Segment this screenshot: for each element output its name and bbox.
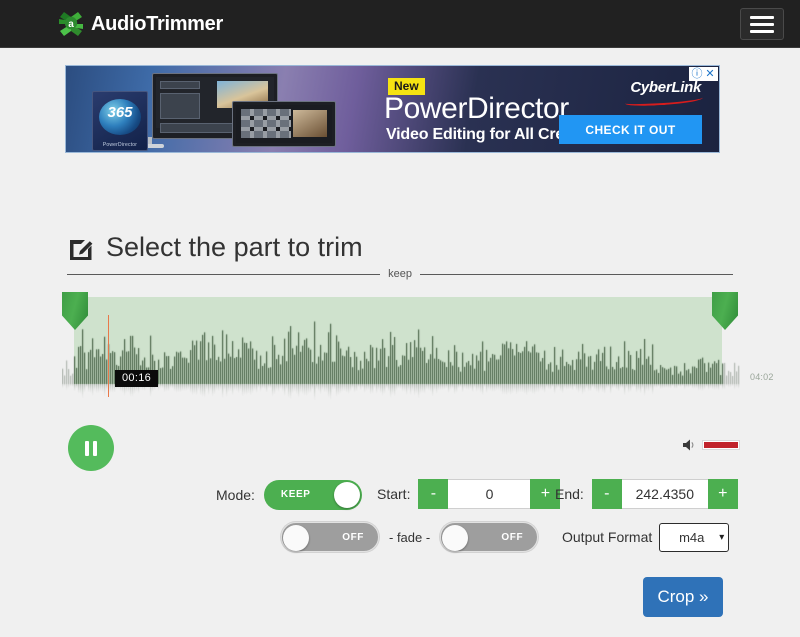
start-time-badge: 00:16	[115, 370, 159, 387]
keep-label: keep	[388, 268, 412, 280]
start-time-group: Start: - 0 +	[377, 479, 561, 509]
mode-label: Mode:	[216, 487, 255, 503]
waveform-editor[interactable]: 00:16 04:02	[62, 292, 773, 407]
fade-row: OFF - fade - OFF	[281, 522, 539, 552]
handle-shape	[712, 292, 738, 330]
pinwheel-logo-icon: a	[58, 11, 84, 37]
mode-row: Mode: KEEP	[216, 479, 362, 511]
rule-line-right	[419, 273, 734, 275]
ad-ui-chip	[160, 93, 200, 119]
end-input[interactable]: 242.4350	[621, 479, 708, 509]
rule-line-left	[67, 273, 381, 275]
handle-shape	[62, 292, 88, 330]
brand-name: AudioTrimmer	[91, 12, 223, 35]
output-format-value: m4a	[679, 529, 705, 545]
chevron-down-icon: ▾	[719, 531, 725, 543]
pause-icon	[93, 440, 97, 456]
ad-product-box-label: PowerDirector	[102, 142, 138, 148]
end-time-group: End: - 242.4350 +	[555, 479, 738, 509]
output-format-label: Output Format	[562, 529, 653, 545]
volume-control[interactable]	[682, 438, 740, 452]
menu-bar	[750, 15, 774, 19]
fade-in-toggle-label: OFF	[342, 532, 364, 543]
ad-brand-name: CyberLink	[630, 79, 701, 96]
menu-bar	[750, 29, 774, 33]
menu-bar	[750, 22, 774, 26]
ad-cta-button[interactable]: CHECK IT OUT	[559, 115, 702, 144]
toggle-knob	[283, 525, 309, 551]
end-time-badge: 04:02	[750, 372, 774, 382]
ad-grid-panel	[240, 108, 291, 138]
adchoices-controls[interactable]: ⓘ ✕	[689, 67, 718, 81]
page-title: Select the part to trim	[67, 232, 363, 263]
hamburger-menu-icon[interactable]	[740, 8, 784, 40]
fade-out-toggle-label: OFF	[501, 532, 524, 543]
site-header: a AudioTrimmer	[0, 0, 800, 48]
waveform-start-handle-icon[interactable]	[62, 292, 88, 330]
mode-toggle-label: KEEP	[280, 489, 311, 500]
output-format-select[interactable]: m4a ▾	[659, 522, 730, 552]
ad-product-box: 365 PowerDirector	[92, 91, 148, 151]
fade-label: - fade -	[389, 529, 431, 545]
ad-monitor-screen	[236, 105, 332, 143]
ad-artwork: 365 PowerDirector	[74, 69, 359, 151]
start-decrement-button[interactable]: -	[418, 479, 449, 509]
ad-product-box-number: 365	[107, 104, 133, 121]
advertisement-banner[interactable]: 365 PowerDirector New PowerDirector Vide…	[65, 65, 720, 153]
mode-toggle[interactable]: KEEP	[263, 480, 362, 510]
end-stepper: - 242.4350 +	[591, 479, 738, 509]
play-pause-button[interactable]	[68, 425, 114, 471]
page-title-text: Select the part to trim	[106, 232, 363, 262]
start-label: Start:	[377, 486, 411, 502]
keep-section-rule: keep	[67, 266, 734, 282]
fade-in-toggle[interactable]: OFF	[281, 522, 379, 552]
svg-text:a: a	[68, 19, 74, 30]
crop-button[interactable]: Crop »	[643, 577, 723, 617]
end-label: End:	[555, 486, 584, 502]
waveform-end-handle-icon[interactable]	[712, 292, 738, 330]
fade-out-toggle[interactable]: OFF	[440, 522, 539, 552]
waveform-canvas[interactable]	[62, 297, 740, 407]
ad-headline: PowerDirector	[384, 92, 569, 125]
toggle-knob	[442, 525, 469, 551]
ad-preview-image	[292, 109, 328, 137]
volume-slider[interactable]	[702, 440, 740, 450]
brand-logo[interactable]: a AudioTrimmer	[58, 8, 223, 40]
start-input[interactable]: 0	[448, 479, 531, 509]
speaker-icon[interactable]	[682, 438, 697, 452]
toggle-knob	[333, 482, 360, 508]
edit-square-icon	[67, 234, 95, 262]
output-format-row: Output Format m4a ▾	[562, 522, 730, 552]
pause-icon	[85, 440, 89, 456]
start-stepper: - 0 +	[418, 479, 561, 509]
close-icon[interactable]: ✕	[704, 68, 716, 80]
playhead-cursor[interactable]	[108, 315, 109, 397]
end-decrement-button[interactable]: -	[591, 479, 622, 509]
ad-monitor-small	[232, 101, 336, 147]
end-increment-button[interactable]: +	[707, 479, 738, 509]
ad-ui-chip	[160, 81, 200, 89]
adchoices-info-icon[interactable]: ⓘ	[691, 68, 703, 80]
